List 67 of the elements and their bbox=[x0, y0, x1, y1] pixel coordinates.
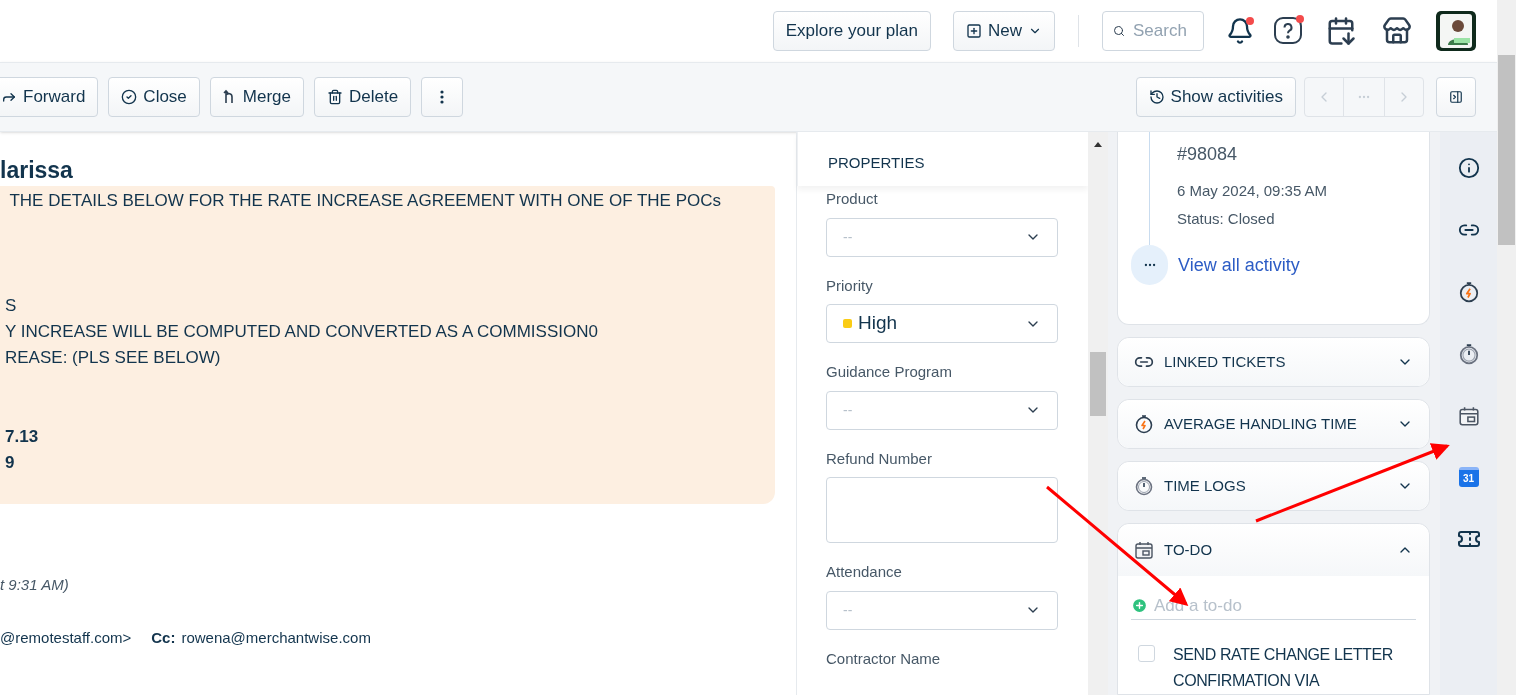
stopwatch-icon bbox=[1134, 476, 1154, 496]
select-placeholder: -- bbox=[843, 227, 853, 247]
avatar[interactable] bbox=[1436, 11, 1476, 51]
explore-plan-button[interactable]: Explore your plan bbox=[772, 11, 931, 51]
accordion-header[interactable]: TO-DO bbox=[1118, 524, 1429, 576]
action-button[interactable]: Delete bbox=[314, 77, 412, 117]
field-label: Product bbox=[826, 189, 878, 209]
search-input[interactable]: Search bbox=[1133, 18, 1193, 44]
view-all-activity-link[interactable]: View all activity bbox=[1178, 251, 1300, 279]
calendar-icon bbox=[1457, 405, 1480, 427]
cc-label: Cc: bbox=[151, 627, 176, 648]
plus-square-icon bbox=[966, 23, 982, 39]
plus-circle-icon bbox=[1131, 597, 1148, 614]
message-line: 7.13 bbox=[5, 426, 39, 448]
action-button[interactable]: Close bbox=[108, 77, 200, 117]
panel-toggle-button[interactable] bbox=[1436, 77, 1476, 117]
from-address: @remotestaff.com> bbox=[0, 627, 132, 648]
notifications-button[interactable] bbox=[1226, 17, 1254, 45]
history-icon bbox=[1148, 89, 1165, 105]
stopwatch-icon bbox=[1457, 343, 1480, 365]
refund-number-field[interactable] bbox=[826, 477, 1058, 543]
message-line: Y INCREASE WILL BE COMPUTED AND CONVERTED AS A COMMISSION0 bbox=[5, 321, 598, 343]
todo-text: SEND RATE CHANGE LETTER CONFIRMATION VIA bbox=[1173, 645, 1394, 691]
message-line: THE DETAILS BELOW FOR THE RATE INCREASE AGREEMENT WITH ONE OF THE POCs bbox=[8, 190, 721, 212]
new-button[interactable]: New bbox=[953, 11, 1055, 51]
check-circle-icon bbox=[121, 89, 138, 105]
activity-status: Status: Closed bbox=[1177, 208, 1275, 229]
message-line: REASE: (PLS SEE BELOW) bbox=[5, 347, 221, 369]
scroll-up-icon[interactable] bbox=[1094, 142, 1102, 147]
cc-address: rowena@merchantwise.com bbox=[181, 627, 371, 648]
field-label: Priority bbox=[826, 275, 873, 296]
sender-name: larissa bbox=[0, 158, 74, 182]
field-label: Attendance bbox=[826, 562, 902, 582]
message-line: S bbox=[5, 295, 17, 317]
select-value: High bbox=[858, 311, 898, 336]
timestamp: t 9:31 AM) bbox=[0, 575, 69, 595]
accordion-header[interactable]: AVERAGE HANDLING TIME bbox=[1118, 400, 1429, 448]
message-line: 9 bbox=[5, 452, 15, 474]
store-icon[interactable] bbox=[1382, 16, 1412, 46]
search-field[interactable]: Search bbox=[1102, 11, 1204, 51]
calendar-icon[interactable] bbox=[1326, 16, 1356, 46]
select-field[interactable]: High bbox=[826, 304, 1058, 343]
show-activities-button[interactable]: Show activities bbox=[1135, 77, 1296, 117]
panel-icon bbox=[1449, 88, 1463, 106]
action-button[interactable]: Merge bbox=[209, 77, 304, 117]
accordion-header[interactable]: LINKED TICKETS bbox=[1118, 338, 1429, 386]
field-label: Refund Number bbox=[826, 448, 932, 469]
help-button[interactable] bbox=[1272, 15, 1304, 47]
select-placeholder: -- bbox=[843, 400, 853, 420]
stopwatch-icon bbox=[1457, 281, 1480, 303]
accordion-header[interactable]: TIME LOGS bbox=[1118, 462, 1429, 510]
action-button[interactable]: Forward bbox=[0, 77, 99, 117]
activity-date: 6 May 2024, 09:35 AM bbox=[1177, 181, 1328, 201]
stopwatch-icon bbox=[1134, 414, 1154, 434]
bell-icon bbox=[1226, 17, 1254, 45]
todo-checkbox[interactable] bbox=[1138, 645, 1155, 662]
scrollbar-thumb[interactable] bbox=[1498, 55, 1515, 245]
info-icon[interactable] bbox=[1457, 157, 1480, 179]
calendar-icon bbox=[1134, 540, 1154, 560]
field-label: Contractor Name bbox=[826, 648, 941, 669]
google-calendar-icon[interactable]: 31 bbox=[1458, 467, 1479, 487]
select-placeholder: -- bbox=[843, 600, 853, 620]
more-icon bbox=[440, 90, 445, 104]
scrollbar-thumb[interactable] bbox=[1090, 352, 1106, 416]
trash-icon bbox=[327, 89, 343, 105]
field-label: Guidance Program bbox=[826, 362, 952, 382]
ticket-number: #98084 bbox=[1177, 143, 1238, 166]
